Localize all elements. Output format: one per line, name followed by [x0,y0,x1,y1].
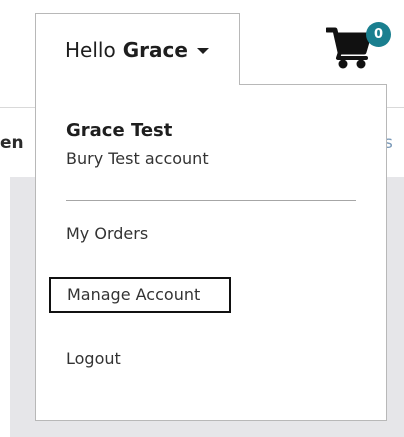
greeting-label: Hello [65,37,116,62]
cart-count-badge: 0 [366,22,391,47]
menu-item-my-orders[interactable]: My Orders [66,224,148,243]
cart-button[interactable]: 0 [322,20,394,76]
caret-down-icon [196,48,209,54]
menu-item-manage-account[interactable]: Manage Account [49,277,231,313]
account-menu-toggle[interactable]: Hello Grace [35,13,240,85]
menu-item-logout[interactable]: Logout [66,349,121,368]
account-dropdown-menu: Grace Test Bury Test account My Orders M… [35,84,387,421]
greeting-user-name: Grace [122,37,188,62]
menu-divider [66,200,356,201]
user-account-name: Bury Test account [66,149,209,168]
nav-link-partial-left[interactable]: en [0,133,24,153]
user-full-name: Grace Test [66,120,173,141]
